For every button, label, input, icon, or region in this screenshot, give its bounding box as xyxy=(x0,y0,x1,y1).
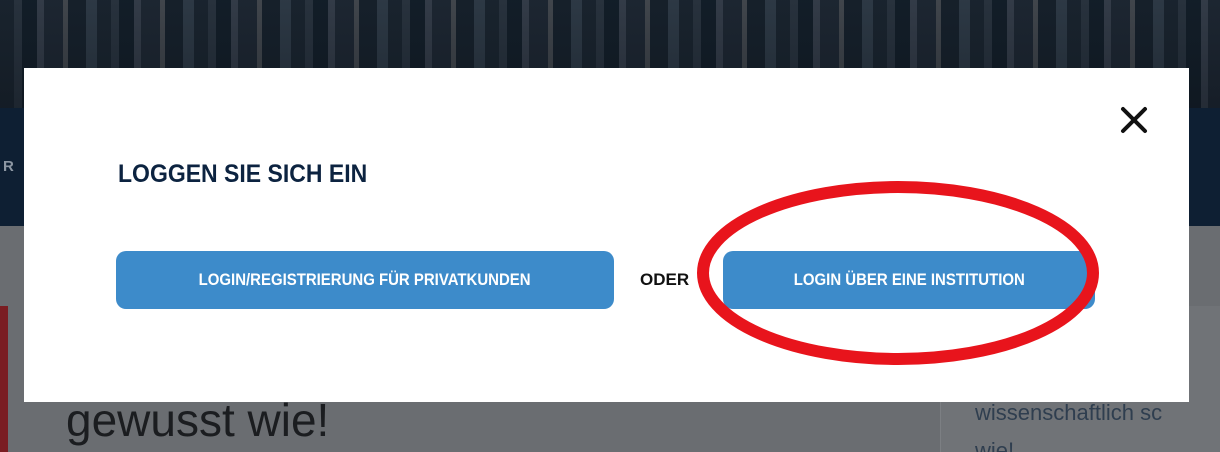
close-icon xyxy=(1121,107,1147,133)
or-separator: ODER xyxy=(640,270,690,289)
login-modal: LOGGEN SIE SICH EIN LOGIN/REGISTRIERUNG … xyxy=(24,68,1189,402)
private-login-button-label: LOGIN/REGISTRIERUNG FÜR PRIVATKUNDEN xyxy=(199,270,531,289)
institution-login-button-label: LOGIN ÜBER EINE INSTITUTION xyxy=(793,270,1025,289)
accent-strip xyxy=(0,306,8,452)
modal-title: LOGGEN SIE SICH EIN xyxy=(118,160,368,188)
nav-text-fragment: R xyxy=(3,158,14,175)
side-panel-text-2: wie! xyxy=(975,438,1015,452)
side-panel-text: wissenschaftlich sc xyxy=(975,400,1163,425)
private-login-button[interactable]: LOGIN/REGISTRIERUNG FÜR PRIVATKUNDEN xyxy=(116,251,614,309)
close-button[interactable] xyxy=(1118,104,1150,136)
institution-login-button[interactable]: LOGIN ÜBER EINE INSTITUTION xyxy=(723,251,1095,309)
